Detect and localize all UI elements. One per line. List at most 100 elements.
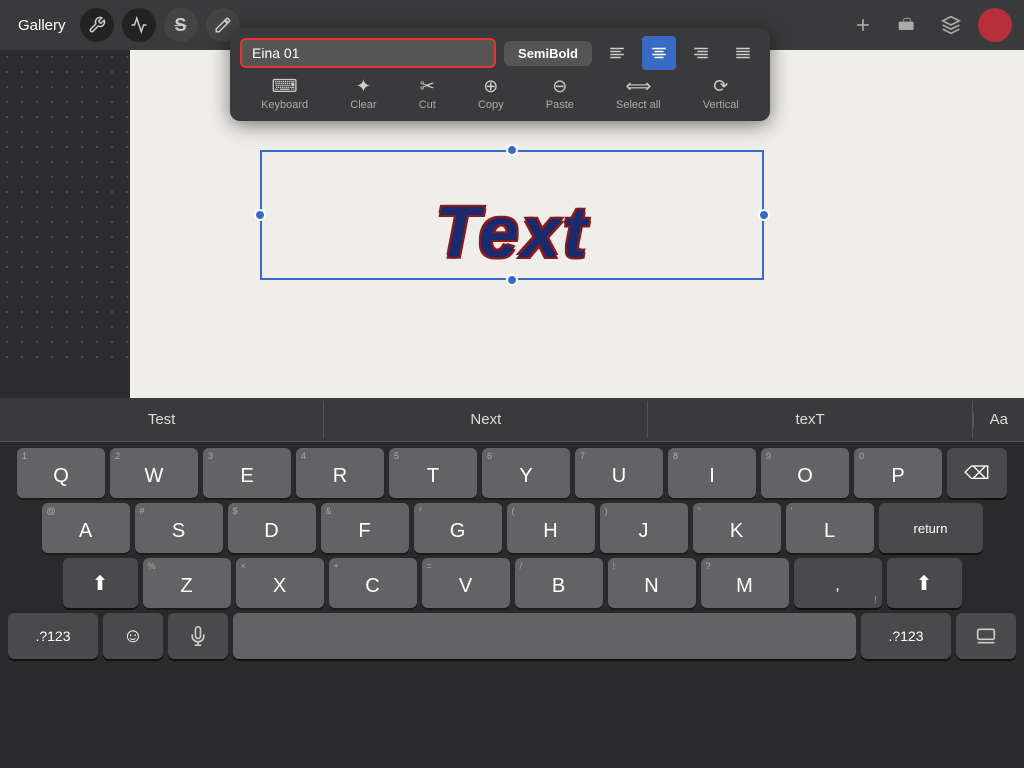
- key-S[interactable]: #S: [135, 503, 223, 553]
- keyboard-label: Keyboard: [261, 99, 308, 111]
- key-emoji[interactable]: ☺: [103, 613, 163, 659]
- key-F[interactable]: &F: [321, 503, 409, 553]
- emoji-icon: ☺: [123, 625, 143, 648]
- autocorrect-suggestion-2[interactable]: Next: [324, 401, 648, 438]
- cut-label: Cut: [419, 99, 436, 111]
- key-row-1: 1Q 2W 3E 4R 5T 6Y 7U 8I 9O 0P ⌫: [4, 448, 1020, 498]
- clear-label: Clear: [350, 99, 376, 111]
- adjust-button[interactable]: [122, 8, 156, 42]
- erase-icon: [897, 15, 917, 35]
- align-center-button[interactable]: [642, 36, 676, 70]
- align-right-icon: [692, 44, 710, 62]
- key-K[interactable]: "K: [693, 503, 781, 553]
- key-V[interactable]: =V: [422, 558, 510, 608]
- toolbar-right: [846, 8, 1012, 42]
- align-justify-icon: [734, 44, 752, 62]
- font-name-input[interactable]: [240, 38, 496, 68]
- vertical-icon: ⟳: [713, 76, 728, 97]
- key-T[interactable]: 5T: [389, 448, 477, 498]
- layers-icon: [941, 15, 961, 35]
- keyboard-icon: ⌨: [272, 76, 298, 97]
- gallery-button[interactable]: Gallery: [12, 13, 72, 38]
- autocorrect-suggestion-1[interactable]: Test: [0, 401, 324, 438]
- text-selection-box[interactable]: Text: [260, 150, 764, 280]
- key-M[interactable]: ?M: [701, 558, 789, 608]
- key-X[interactable]: ×X: [236, 558, 324, 608]
- autocorrect-suggestion-3[interactable]: texT: [648, 401, 972, 438]
- key-Q[interactable]: 1Q: [17, 448, 105, 498]
- erase-button[interactable]: [890, 8, 924, 42]
- key-I[interactable]: 8I: [668, 448, 756, 498]
- vertical-label: Vertical: [703, 99, 739, 111]
- dot-grid: [0, 50, 130, 370]
- align-left-button[interactable]: [600, 36, 634, 70]
- mic-icon: [188, 626, 208, 646]
- key-E[interactable]: 3E: [203, 448, 291, 498]
- paste-action[interactable]: ⊖ Paste: [538, 74, 582, 113]
- pencil-icon: [853, 15, 873, 35]
- clear-action[interactable]: ✦ Clear: [342, 74, 384, 113]
- select-all-action[interactable]: ⟺ Select all: [608, 74, 669, 113]
- align-center-icon: [650, 44, 668, 62]
- key-shift-right[interactable]: ⬆: [887, 558, 962, 608]
- key-G[interactable]: *G: [414, 503, 502, 553]
- wrench-button[interactable]: [80, 8, 114, 42]
- aa-button[interactable]: Aa: [973, 411, 1024, 428]
- keyboard-area: Test Next texT Aa 1Q 2W 3E 4R 5T 6Y 7U 8…: [0, 398, 1024, 768]
- select-all-icon: ⟺: [625, 76, 651, 97]
- key-Z[interactable]: %Z: [143, 558, 231, 608]
- key-D[interactable]: $D: [228, 503, 316, 553]
- key-comma[interactable]: ,!: [794, 558, 882, 608]
- keyboard-rows: 1Q 2W 3E 4R 5T 6Y 7U 8I 9O 0P ⌫ @A #S $D…: [0, 442, 1024, 663]
- key-mic[interactable]: [168, 613, 228, 659]
- key-W[interactable]: 2W: [110, 448, 198, 498]
- copy-icon: ⊕: [483, 76, 498, 97]
- layers-button[interactable]: [934, 8, 968, 42]
- font-style-button[interactable]: SemiBold: [504, 41, 592, 66]
- align-left-icon: [608, 44, 626, 62]
- handle-top[interactable]: [506, 144, 518, 156]
- align-right-button[interactable]: [684, 36, 718, 70]
- key-numeric[interactable]: .?123: [8, 613, 98, 659]
- key-Y[interactable]: 6Y: [482, 448, 570, 498]
- cut-action[interactable]: ✂ Cut: [411, 74, 444, 113]
- copy-action[interactable]: ⊕ Copy: [470, 74, 512, 113]
- clear-icon: ✦: [356, 76, 371, 97]
- key-U[interactable]: 7U: [575, 448, 663, 498]
- bottom-row: .?123 ☺ .?123: [4, 613, 1020, 659]
- key-O[interactable]: 9O: [761, 448, 849, 498]
- key-H[interactable]: (H: [507, 503, 595, 553]
- select-all-label: Select all: [616, 99, 661, 111]
- key-keyboard-hide[interactable]: [956, 613, 1016, 659]
- handle-bottom[interactable]: [506, 274, 518, 286]
- key-numeric-right[interactable]: .?123: [861, 613, 951, 659]
- align-justify-button[interactable]: [726, 36, 760, 70]
- key-row-3: ⬆ %Z ×X +C =V /B !N ?M ,! ⬆: [4, 558, 1020, 608]
- key-return[interactable]: return: [879, 503, 983, 553]
- left-sidebar: [0, 50, 130, 398]
- paste-label: Paste: [546, 99, 574, 111]
- key-A[interactable]: @A: [42, 503, 130, 553]
- text-format-toolbar: SemiBold ⌨ Keyboard ✦ C: [230, 28, 770, 121]
- keyboard-hide-icon: [976, 626, 996, 646]
- text-format-top-row: SemiBold: [240, 36, 760, 70]
- pencil-button[interactable]: [846, 8, 880, 42]
- key-P[interactable]: 0P: [854, 448, 942, 498]
- cut-icon: ✂: [420, 76, 435, 97]
- keyboard-action[interactable]: ⌨ Keyboard: [253, 74, 316, 113]
- key-C[interactable]: +C: [329, 558, 417, 608]
- avatar-button[interactable]: [978, 8, 1012, 42]
- key-N[interactable]: !N: [608, 558, 696, 608]
- key-backspace[interactable]: ⌫: [947, 448, 1007, 498]
- key-R[interactable]: 4R: [296, 448, 384, 498]
- smudge-button[interactable]: S: [164, 8, 198, 42]
- key-J[interactable]: )J: [600, 503, 688, 553]
- copy-label: Copy: [478, 99, 504, 111]
- key-shift-left[interactable]: ⬆: [63, 558, 138, 608]
- key-L[interactable]: 'L: [786, 503, 874, 553]
- key-space[interactable]: [233, 613, 856, 659]
- brush-icon: [214, 16, 232, 34]
- vertical-action[interactable]: ⟳ Vertical: [695, 74, 747, 113]
- canvas-text: Text: [262, 192, 762, 274]
- key-B[interactable]: /B: [515, 558, 603, 608]
